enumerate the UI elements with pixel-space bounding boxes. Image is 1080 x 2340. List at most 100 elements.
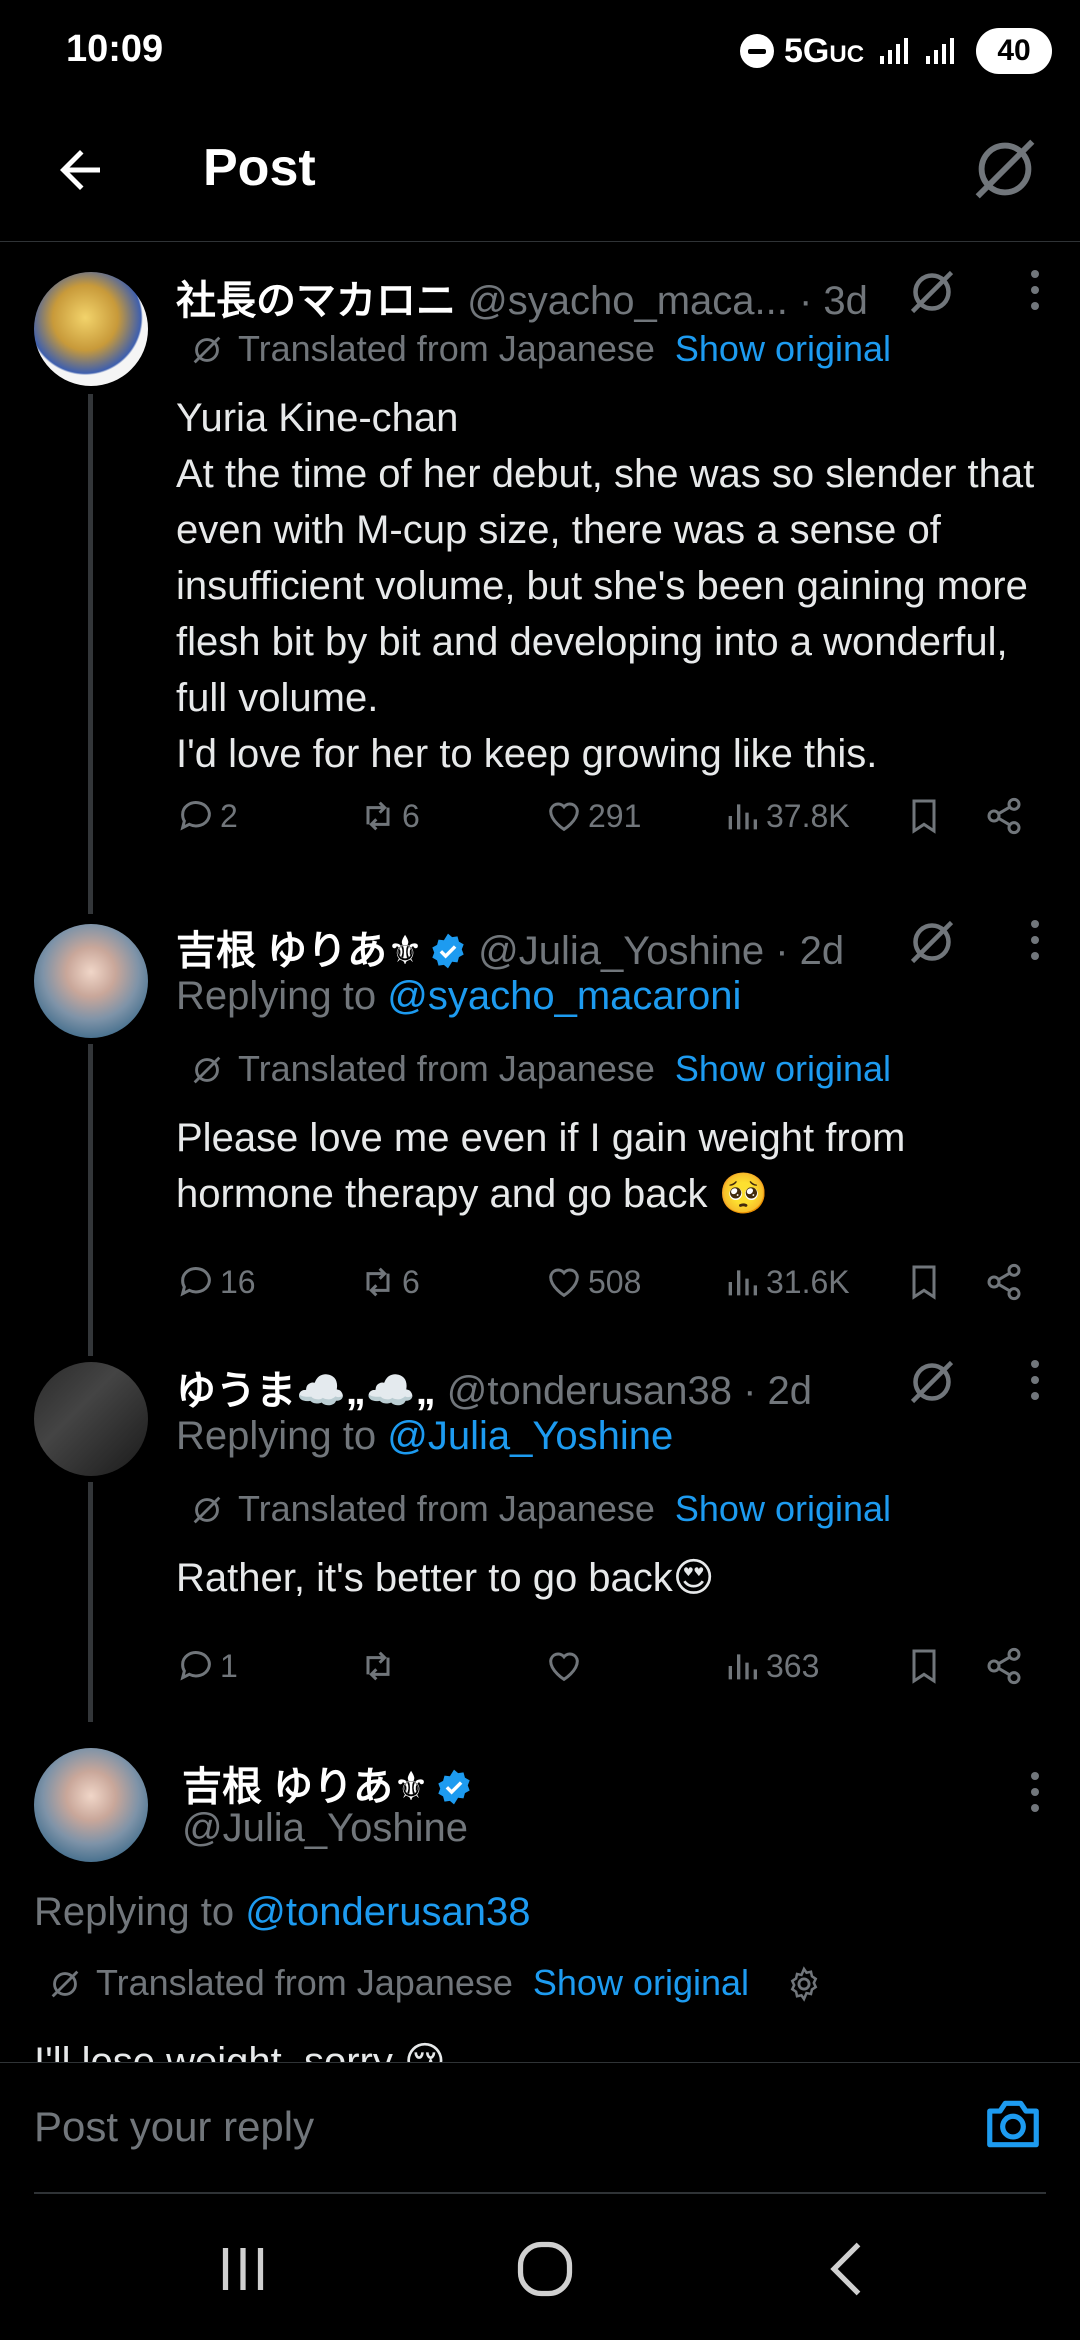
share-icon <box>987 1263 1021 1301</box>
more-options-icon[interactable] <box>1028 920 1040 970</box>
reply-button[interactable]: 2 <box>176 786 238 846</box>
network-type: 5GUC <box>784 32 864 71</box>
reply-count: 1 <box>220 1648 238 1684</box>
repost-button[interactable]: 6 <box>358 786 420 846</box>
like-button[interactable]: 508 <box>544 1252 641 1312</box>
avatar[interactable] <box>34 1362 148 1476</box>
repost-button[interactable] <box>358 1636 402 1696</box>
post-header: 吉根 ゆりあ⚜ <box>182 1754 473 1809</box>
signal-icon-2 <box>926 38 958 64</box>
bookmark-button[interactable] <box>904 1252 948 1312</box>
replying-to: Replying to @Julia_Yoshine <box>176 1414 673 1459</box>
share-button[interactable] <box>984 1636 1028 1696</box>
translation-bar: Translated from Japanese Show original <box>188 1488 891 1530</box>
grok-icon[interactable] <box>902 1352 962 1412</box>
reply-icon <box>180 1267 211 1297</box>
like-button[interactable] <box>544 1636 588 1696</box>
avatar[interactable] <box>34 272 148 386</box>
reply-button[interactable]: 1 <box>176 1636 238 1696</box>
display-name[interactable]: ゆうま☁️„☁️„ <box>176 1369 436 1413</box>
status-time: 10:09 <box>66 28 164 70</box>
grok-icon[interactable] <box>902 912 962 972</box>
more-options-icon[interactable] <box>1028 270 1040 320</box>
translate-icon <box>193 336 221 364</box>
more-options-icon[interactable] <box>1028 1360 1040 1410</box>
username[interactable]: @tonderusan38 <box>447 1369 732 1413</box>
username[interactable]: @Julia_Yoshine <box>182 1806 468 1850</box>
page-title: Post <box>203 139 316 197</box>
action-bar: 1 363 <box>176 1636 1046 1696</box>
network-label: 5G <box>784 32 830 70</box>
share-button[interactable] <box>984 786 1028 846</box>
username[interactable]: @syacho_maca... <box>467 279 788 323</box>
battery-indicator: 40 <box>976 28 1052 74</box>
repost-icon <box>366 1651 390 1681</box>
verified-badge-icon <box>438 1769 470 1805</box>
view-count: 31.6K <box>766 1264 850 1300</box>
translate-icon <box>51 1970 79 1998</box>
post-3[interactable]: ゆうま☁️„☁️„ @tonderusan38 · 2d Replying to… <box>0 1342 1080 1722</box>
home-icon[interactable] <box>505 2234 585 2304</box>
replying-prefix: Replying to <box>34 1890 246 1934</box>
mention-link[interactable]: @Julia_Yoshine <box>387 1414 673 1458</box>
share-button[interactable] <box>984 1252 1028 1312</box>
like-count: 291 <box>588 798 642 834</box>
handle-row: @Julia_Yoshine <box>182 1806 468 1858</box>
translated-label: Translated from Japanese <box>96 1962 513 2003</box>
views-button[interactable]: 31.6K <box>722 1252 850 1312</box>
views-button[interactable]: 363 <box>722 1636 819 1696</box>
body-line: Please love me even if I gain weight fro… <box>176 1116 906 1216</box>
grok-icon[interactable] <box>902 262 962 322</box>
like-button[interactable]: 291 <box>544 786 641 846</box>
network-suffix: UC <box>829 41 865 68</box>
display-name[interactable]: 吉根 ゆりあ⚜ <box>182 1765 429 1809</box>
reply-count: 2 <box>220 798 238 834</box>
post-body: I'll lose weight, sorry 😢 <box>34 2034 914 2062</box>
back-icon[interactable] <box>808 2234 888 2304</box>
do-not-disturb-icon <box>740 34 774 68</box>
post-1[interactable]: 社長のマカロニ @syacho_maca... · 3d Translated … <box>0 242 1080 914</box>
more-options-icon[interactable] <box>1028 1772 1040 1822</box>
reply-input[interactable]: Post your reply <box>34 2103 314 2151</box>
views-icon <box>728 1654 757 1680</box>
focused-post[interactable]: 吉根 ゆりあ⚜ @Julia_Yoshine Replying to @tond… <box>0 1722 1080 2062</box>
show-original-link[interactable]: Show original <box>675 328 891 369</box>
translation-bar: Translated from Japanese Show original <box>188 1048 891 1090</box>
show-original-link[interactable]: Show original <box>533 1962 749 2003</box>
camera-icon[interactable] <box>982 2093 1044 2155</box>
body-line: I'd love for her to keep growing like th… <box>176 732 878 776</box>
show-original-link[interactable]: Show original <box>675 1488 891 1529</box>
avatar[interactable] <box>34 1748 148 1862</box>
replying-to: Replying to @tonderusan38 <box>34 1890 531 1935</box>
grok-icon[interactable] <box>966 130 1044 208</box>
repost-count: 6 <box>402 798 420 834</box>
gear-icon[interactable] <box>785 1965 823 2003</box>
back-arrow-icon[interactable] <box>50 140 110 200</box>
repost-icon <box>366 801 390 831</box>
views-button[interactable]: 37.8K <box>722 786 850 846</box>
bookmark-button[interactable] <box>904 1636 948 1696</box>
show-original-link[interactable]: Show original <box>675 1048 891 1089</box>
recents-icon[interactable] <box>203 2234 283 2304</box>
display-name[interactable]: 吉根 ゆりあ⚜ <box>176 929 423 973</box>
reply-composer: Post your reply <box>0 2062 1080 2194</box>
translated-label: Translated from Japanese <box>238 328 655 369</box>
translation-bar: Translated from Japanese Show original <box>46 1962 823 2004</box>
heart-icon <box>549 1268 579 1298</box>
body-line: I'll lose weight, sorry 😢 <box>34 2040 446 2062</box>
reply-button[interactable]: 16 <box>176 1252 256 1312</box>
mention-link[interactable]: @syacho_macaroni <box>387 974 741 1018</box>
post-body: Please love me even if I gain weight fro… <box>176 1110 1056 1222</box>
bookmark-button[interactable] <box>904 786 948 846</box>
post-header: ゆうま☁️„☁️„ @tonderusan38 · 2d <box>176 1358 812 1413</box>
repost-button[interactable]: 6 <box>358 1252 420 1312</box>
post-2[interactable]: 吉根 ゆりあ⚜ @Julia_Yoshine · 2d Replying to … <box>0 902 1080 1356</box>
translated-label: Translated from Japanese <box>238 1048 655 1089</box>
avatar[interactable] <box>34 924 148 1038</box>
post-header: 社長のマカロニ @syacho_maca... · 3d <box>176 268 868 323</box>
display-name[interactable]: 社長のマカロニ <box>176 279 456 323</box>
reply-icon <box>180 1651 211 1681</box>
username[interactable]: @Julia_Yoshine <box>478 929 764 973</box>
mention-link[interactable]: @tonderusan38 <box>245 1890 530 1934</box>
translate-icon <box>193 1056 221 1084</box>
